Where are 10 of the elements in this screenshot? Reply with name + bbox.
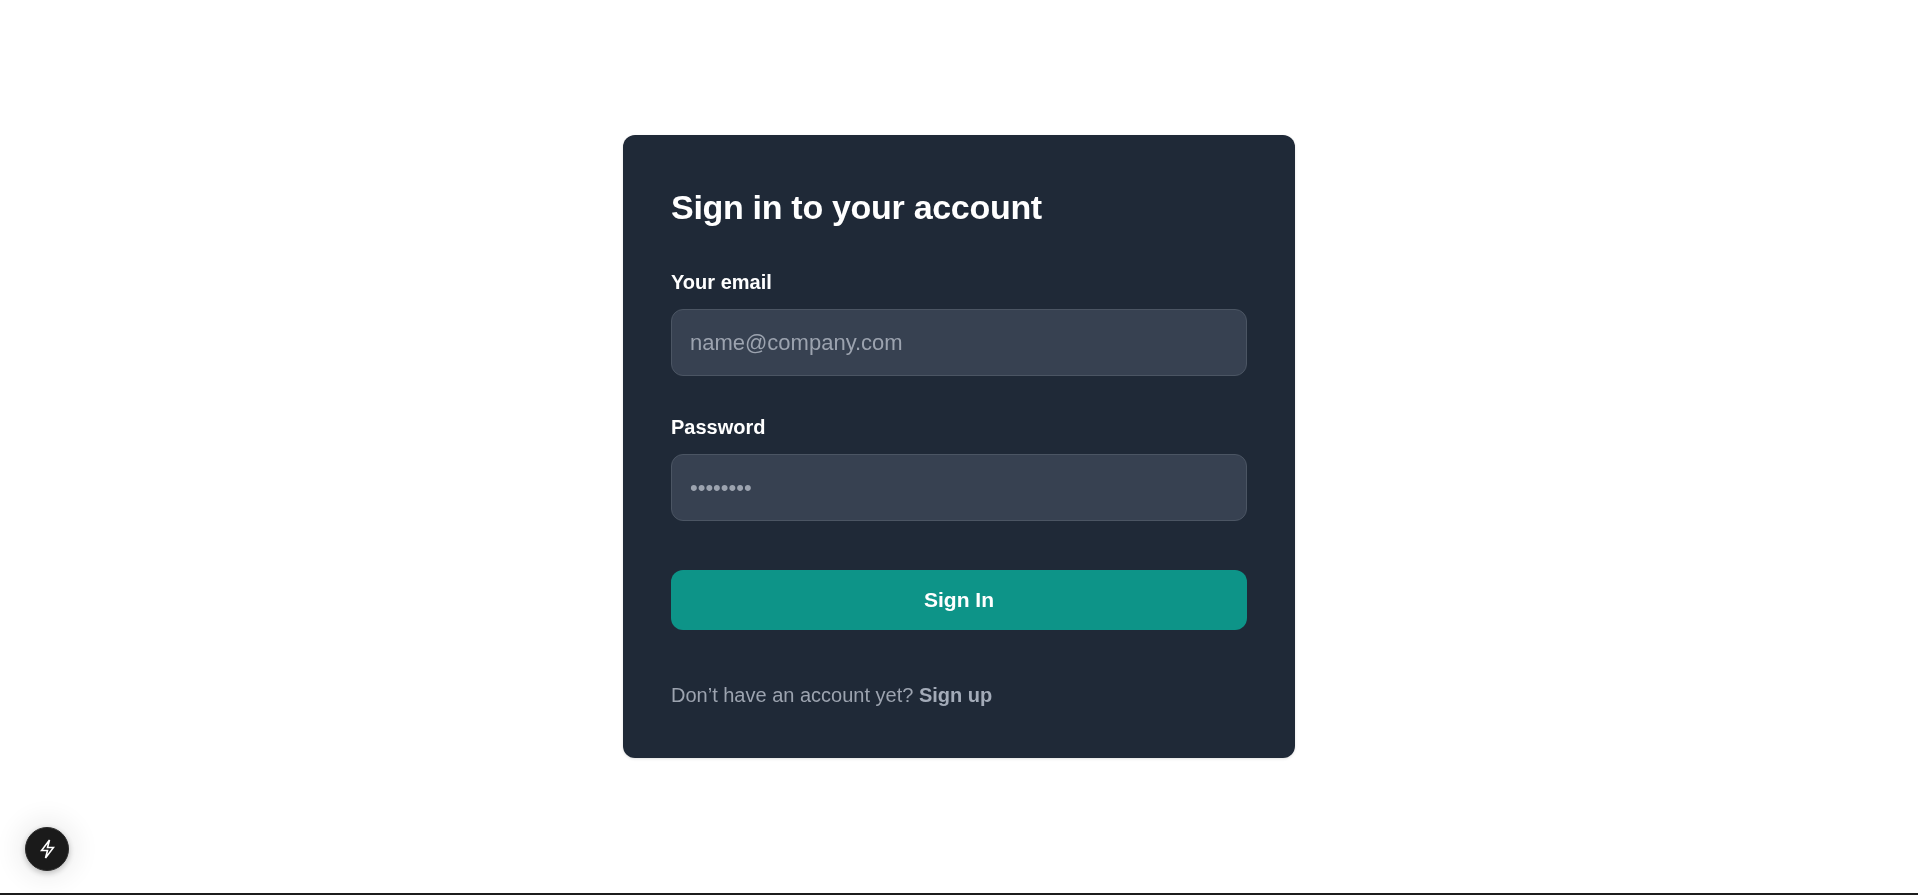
email-field[interactable]: name@company.com	[671, 309, 1247, 376]
sign-up-link[interactable]: Sign up	[918, 684, 993, 706]
password-field[interactable]: ••••••••	[671, 454, 1247, 521]
signup-prompt: Don’t have an account yet? Sign up	[671, 683, 994, 708]
sign-in-button[interactable]: Sign In	[671, 570, 1247, 630]
field-label: Your email	[671, 270, 772, 295]
form-title: Sign in to your account	[671, 187, 1043, 228]
lightning-button[interactable]	[25, 827, 69, 871]
field-label: Password	[671, 415, 766, 440]
lightning-icon	[39, 839, 55, 859]
